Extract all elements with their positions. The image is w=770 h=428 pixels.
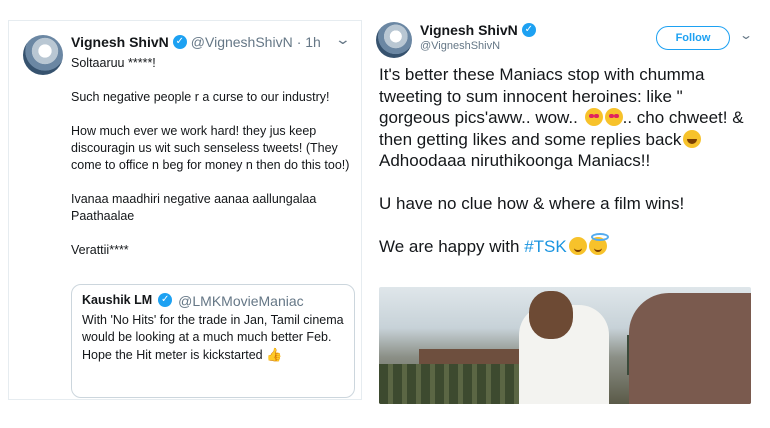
author-name[interactable]: Vignesh ShivN (71, 34, 169, 50)
avatar[interactable] (376, 22, 412, 58)
tweet-line: How much ever we work hard! they jus kee… (71, 124, 350, 172)
left-tweet-card: Vignesh ShivN ✓ @VigneshShivN · 1h ⌄ Sol… (8, 20, 362, 400)
tweet-line: U have no clue how & where a film wins! (379, 194, 685, 213)
hashtag-link[interactable]: #TSK (524, 237, 567, 256)
follow-button[interactable]: Follow (656, 26, 730, 50)
author-handle[interactable]: @VigneshShivN (420, 40, 500, 52)
verified-icon: ✓ (521, 23, 536, 37)
author-name[interactable]: Vignesh ShivN (420, 22, 518, 38)
tweet-header: Vignesh ShivN ✓ @VigneshShivN · 1h (71, 34, 321, 50)
chevron-down-icon[interactable]: ⌄ (335, 31, 351, 48)
right-tweet-card: Vignesh ShivN ✓ @VigneshShivN Follow ⌄ I… (364, 8, 764, 406)
quoted-tweet-header: Kaushik LM ✓ @LMKMovieManiac (82, 293, 344, 309)
tweet-line: Such negative people r a curse to our in… (71, 90, 330, 104)
thumbs-up-icon: 👍 (266, 347, 283, 362)
verified-icon: ✓ (158, 293, 173, 307)
tweet-line: Adhoodaaa niruthikoonga Maniacs!! (379, 151, 651, 170)
verified-icon: ✓ (172, 35, 187, 49)
halo-emoji-icon (588, 233, 609, 255)
author-handle[interactable]: @VigneshShivN (191, 34, 293, 50)
quoted-text: With 'No Hits' for the trade in Jan, Tam… (82, 313, 344, 362)
heart-eyes-emoji-icon (604, 108, 623, 126)
quoted-tweet[interactable]: Kaushik LM ✓ @LMKMovieManiac With 'No Hi… (71, 284, 355, 398)
quoted-author-handle: @LMKMovieManiac (178, 293, 304, 309)
grinning-emoji-icon (683, 129, 702, 148)
smiling-emoji-icon (568, 237, 587, 255)
tweet-media-image[interactable] (379, 287, 751, 404)
chevron-down-icon[interactable]: ⌄ (739, 28, 753, 42)
tweet-line: Soltaaruu *****! (71, 56, 156, 70)
tweet-body: Soltaaruu *****! Such negative people r … (71, 55, 355, 259)
quoted-author-name: Kaushik LM (82, 293, 153, 307)
tweet-text: We are happy with (379, 237, 525, 256)
heart-eyes-emoji-icon (584, 108, 603, 126)
tweet-line: We are happy with #TSK (379, 233, 757, 258)
tweet-line: Verattii**** (71, 243, 129, 257)
avatar[interactable] (23, 35, 63, 75)
tweet-line: It's better these Maniacs stop with chum… (379, 64, 757, 150)
quoted-tweet-text: With 'No Hits' for the trade in Jan, Tam… (82, 312, 344, 364)
tweet-body: It's better these Maniacs stop with chum… (379, 64, 757, 258)
tweet-header: Vignesh ShivN ✓ (420, 22, 536, 38)
tweet-time[interactable]: · 1h (297, 34, 321, 50)
tweet-line: Ivanaa maadhiri negative aanaa aallungal… (71, 192, 317, 223)
